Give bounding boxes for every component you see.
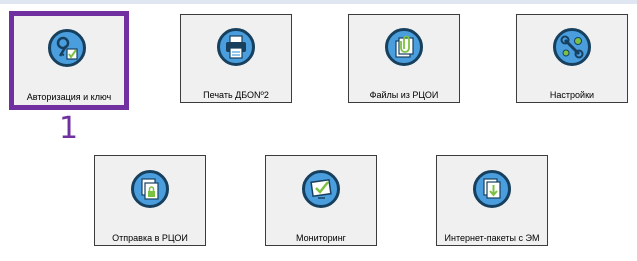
step-marker: 1 (59, 111, 79, 146)
tile-print[interactable]: Печать ДБОNº2 (180, 14, 292, 103)
top-bar (0, 0, 637, 4)
tile-label: Файлы из РЦОИ (369, 90, 439, 100)
printer-icon (217, 28, 255, 66)
tile-internet-packages[interactable]: Интернет-пакеты с ЭМ (436, 155, 548, 246)
tile-label: Настройки (549, 90, 595, 100)
monitor-check-icon (302, 170, 340, 208)
tile-label: Авторизация и ключ (26, 92, 112, 102)
tile-send-to-rcoi[interactable]: Отправка в РЦОИ (94, 155, 206, 246)
tile-label: Отправка в РЦОИ (112, 233, 188, 243)
tile-label: Интернет-пакеты с ЭМ (444, 233, 540, 243)
clip-file-icon (385, 28, 423, 66)
tile-authorization[interactable]: Авторизация и ключ (9, 11, 129, 110)
download-docs-icon (473, 170, 511, 208)
wrench-gear-icon (553, 28, 591, 66)
key-check-icon (48, 29, 86, 67)
tile-files-from-rcoi[interactable]: Файлы из РЦОИ (348, 14, 460, 103)
tile-label: Печать ДБОNº2 (203, 90, 269, 100)
tile-monitoring[interactable]: Мониторинг (265, 155, 377, 246)
tile-label: Мониторинг (296, 233, 346, 243)
tile-settings[interactable]: Настройки (516, 14, 628, 103)
lock-docs-icon (131, 170, 169, 208)
